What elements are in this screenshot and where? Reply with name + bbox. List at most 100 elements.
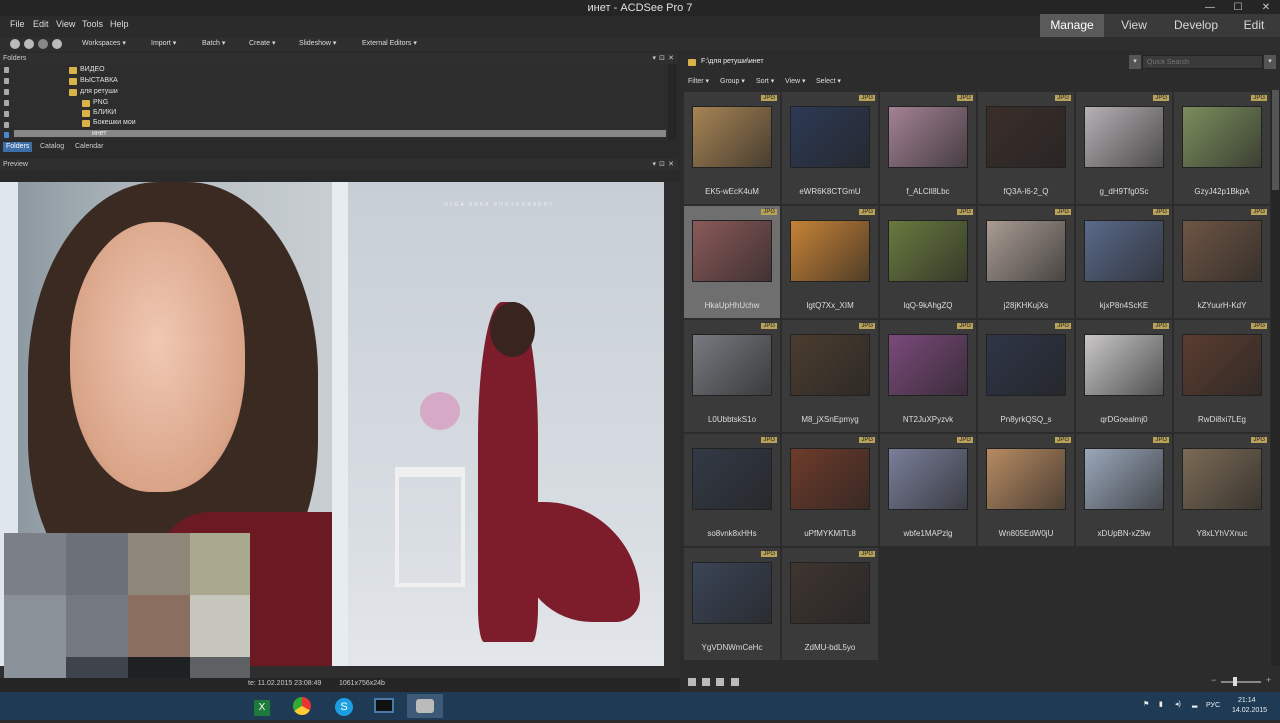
zoom-in-icon[interactable]: + <box>1266 675 1271 685</box>
quick-search-input[interactable] <box>1142 55 1263 69</box>
tree-item-png[interactable]: PNG <box>93 99 108 106</box>
thumbnail-image[interactable] <box>1182 106 1262 168</box>
pin-icon[interactable] <box>4 100 9 106</box>
up-icon[interactable] <box>38 39 48 49</box>
thumbnail-item[interactable]: JPG M8_jXSnEpmyg <box>782 320 878 432</box>
thumbnail-image[interactable] <box>692 334 772 396</box>
chrome-icon[interactable] <box>284 694 320 718</box>
thumbnail-item[interactable]: JPG RwDi8xi7LEg <box>1174 320 1270 432</box>
thumbnail-item[interactable]: JPG Y8xLYhVXnuc <box>1174 434 1270 546</box>
thumbnail-item[interactable]: JPG kZYuurH-KdY <box>1174 206 1270 318</box>
forward-icon[interactable] <box>24 39 34 49</box>
external-editors-menu[interactable]: External Editors ▾ <box>362 39 417 47</box>
filter-menu[interactable]: Filter ▾ <box>688 77 709 85</box>
thumbnail-item[interactable]: JPG IgtQ7Xx_XIM <box>782 206 878 318</box>
thumbnail-image[interactable] <box>692 220 772 282</box>
tree-item-bliki[interactable]: БЛИКИ <box>93 109 116 116</box>
tab-catalog[interactable]: Catalog <box>37 142 67 152</box>
menu-edit[interactable]: Edit <box>33 19 49 29</box>
thumbnail-image[interactable] <box>1182 448 1262 510</box>
acdsee-icon[interactable] <box>407 694 443 718</box>
thumbnail-item[interactable]: JPG GzyJ42p1BkpA <box>1174 92 1270 204</box>
view-mode-icon[interactable] <box>731 678 739 686</box>
thumbnail-item[interactable]: JPG L0UbbtskS1o <box>684 320 780 432</box>
excel-icon[interactable]: X <box>244 694 280 718</box>
thumbnail-item[interactable]: JPG fQ3A-l6-2_Q <box>978 92 1074 204</box>
thumbnail-image[interactable] <box>1182 220 1262 282</box>
thumbnail-image[interactable] <box>692 106 772 168</box>
keyboard-language[interactable]: РУС <box>1206 702 1220 709</box>
tree-item-bokeh[interactable]: Бокешки мои <box>93 119 136 126</box>
pin-icon[interactable] <box>4 78 9 84</box>
scrollbar-thumb[interactable] <box>1272 90 1279 190</box>
thumbnail-image[interactable] <box>888 334 968 396</box>
thumbnail-image[interactable] <box>986 334 1066 396</box>
thumbnail-image[interactable] <box>986 220 1066 282</box>
thumbnail-item[interactable]: JPG Wn805EdW0jU <box>978 434 1074 546</box>
tab-manage[interactable]: Manage <box>1040 14 1104 37</box>
tray-volume-icon[interactable]: ◂) <box>1175 700 1181 708</box>
slideshow-menu[interactable]: Slideshow ▾ <box>299 39 336 47</box>
pin-icon[interactable] <box>4 111 9 117</box>
thumbnail-image[interactable] <box>888 220 968 282</box>
thumbnail-image[interactable] <box>1084 220 1164 282</box>
tree-item-dlya-retushi[interactable]: для ретуши <box>80 88 118 95</box>
view-mode-icon[interactable] <box>688 678 696 686</box>
tray-battery-icon[interactable]: ▮ <box>1159 700 1163 708</box>
tree-item-video[interactable]: ВИДЕО <box>80 66 105 73</box>
thumbnail-item[interactable]: JPG NT2JuXPyzvk <box>880 320 976 432</box>
clock-time[interactable]: 21:14 <box>1238 697 1256 704</box>
thumbnail-item[interactable]: JPG j28jKHKujXs <box>978 206 1074 318</box>
thumbnail-image[interactable] <box>790 220 870 282</box>
import-menu[interactable]: Import ▾ <box>151 39 176 47</box>
thumbnail-item[interactable]: JPG uPfMYKMiTL8 <box>782 434 878 546</box>
grid-scrollbar[interactable] <box>1271 90 1280 666</box>
thumbnail-item[interactable]: JPG g_dH9Tfg0Sc <box>1076 92 1172 204</box>
thumbnail-image[interactable] <box>692 448 772 510</box>
tray-network-icon[interactable]: ▂ <box>1192 700 1197 708</box>
thumbnail-item[interactable]: JPG eWR6K8CTGmU <box>782 92 878 204</box>
menu-file[interactable]: File <box>10 19 25 29</box>
thumbnail-item[interactable]: JPG kjxP8n4ScKE <box>1076 206 1172 318</box>
thumbnail-image[interactable] <box>1182 334 1262 396</box>
thumbnail-image[interactable] <box>692 562 772 624</box>
thumbnail-item[interactable]: JPG lqQ-9kAhgZQ <box>880 206 976 318</box>
view-menu[interactable]: View ▾ <box>785 77 806 85</box>
tree-item-vystavka[interactable]: ВЫСТАВКА <box>80 77 118 84</box>
home-icon[interactable] <box>52 39 62 49</box>
thumbnail-item[interactable]: JPG qrDGoealmj0 <box>1076 320 1172 432</box>
thumbnail-image[interactable] <box>790 106 870 168</box>
select-menu[interactable]: Select ▾ <box>816 77 841 85</box>
current-path[interactable]: F:\для ретуши\инет <box>701 58 764 65</box>
tab-edit[interactable]: Edit <box>1228 14 1280 37</box>
panel-close-icon[interactable]: ✕ <box>668 53 674 64</box>
thumbnail-image[interactable] <box>790 562 870 624</box>
thumbnail-image[interactable] <box>790 334 870 396</box>
pin-icon[interactable] <box>4 122 9 128</box>
panel-menu-icon[interactable]: ▾ <box>652 53 656 64</box>
tab-calendar[interactable]: Calendar <box>72 142 106 152</box>
thumbnail-item[interactable]: JPG xDUpBN-xZ9w <box>1076 434 1172 546</box>
tab-develop[interactable]: Develop <box>1164 14 1228 37</box>
zoom-slider-handle[interactable] <box>1233 677 1237 686</box>
pin-icon[interactable] <box>4 132 9 138</box>
thumbnail-item[interactable]: JPG so8vnk8xHHs <box>684 434 780 546</box>
tab-view[interactable]: View <box>1104 14 1164 37</box>
tab-folders[interactable]: Folders <box>3 142 33 152</box>
back-icon[interactable] <box>10 39 20 49</box>
batch-menu[interactable]: Batch ▾ <box>202 39 225 47</box>
menu-help[interactable]: Help <box>110 19 129 29</box>
folder-tree-scrollbar[interactable] <box>668 64 677 140</box>
search-options-button[interactable]: ▾ <box>1264 55 1276 69</box>
group-menu[interactable]: Group ▾ <box>720 77 745 85</box>
view-mode-icon[interactable] <box>716 678 724 686</box>
thumbnail-image[interactable] <box>1084 106 1164 168</box>
tree-item-inet[interactable]: инет <box>14 130 666 137</box>
thumbnail-image[interactable] <box>888 106 968 168</box>
thumbnail-item[interactable]: JPG f_ALCll8Lbc <box>880 92 976 204</box>
pin-icon[interactable] <box>4 89 9 95</box>
thumbnail-item[interactable]: JPG Pn8yrkQSQ_s <box>978 320 1074 432</box>
thumbnail-image[interactable] <box>790 448 870 510</box>
pin-icon[interactable]: ⊡ <box>659 53 665 64</box>
thumbnail-item[interactable]: JPG EK5-wEcK4uM <box>684 92 780 204</box>
